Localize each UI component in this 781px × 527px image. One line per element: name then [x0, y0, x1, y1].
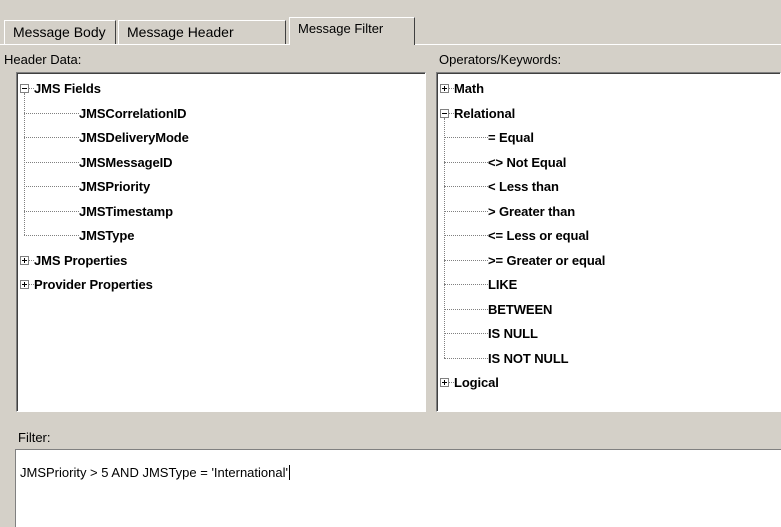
- operators-tree[interactable]: Math Relational = Equal <> Not Equal < Less …: [436, 72, 781, 412]
- tree-leaf-is-null[interactable]: IS NULL: [488, 326, 538, 341]
- tree-node-math[interactable]: Math: [454, 81, 484, 96]
- text-caret: [288, 465, 290, 480]
- tree-leaf-greater-than[interactable]: > Greater than: [488, 204, 575, 219]
- filter-input[interactable]: JMSPriority > 5 AND JMSType = 'Internati…: [15, 449, 781, 527]
- tree-connector: [444, 308, 488, 311]
- tree-connector: [444, 259, 488, 262]
- tree-leaf-is-not-null[interactable]: IS NOT NULL: [488, 351, 569, 366]
- tab-message-header[interactable]: Message Header: [118, 20, 286, 44]
- tree-leaf-equal[interactable]: = Equal: [488, 130, 534, 145]
- filter-caption: Filter:: [18, 430, 51, 445]
- tree-connector: [24, 186, 79, 188]
- filter-text: JMSPriority > 5 AND JMSType = 'Internati…: [20, 465, 290, 480]
- tree-connector: [444, 161, 488, 164]
- tree-leaf-jmsmessageid[interactable]: JMSMessageID: [79, 155, 173, 170]
- tree-connector: [444, 186, 488, 188]
- tree-connector: [24, 112, 79, 115]
- tree-leaf-jmstimestamp[interactable]: JMSTimestamp: [79, 204, 173, 219]
- tree-leaf-less-or-equal[interactable]: <= Less or equal: [488, 228, 589, 243]
- tree-node-relational[interactable]: Relational: [454, 106, 515, 121]
- tree-connector: [444, 333, 488, 335]
- tree-node-provider-properties[interactable]: Provider Properties: [34, 277, 153, 292]
- tree-node-jms-fields[interactable]: JMS Fields: [34, 81, 101, 96]
- tree-leaf-greater-or-equal[interactable]: >= Greater or equal: [488, 253, 605, 268]
- tree-connector: [24, 161, 79, 164]
- tree-connector: [24, 235, 79, 237]
- tab-message-filter[interactable]: Message Filter: [289, 17, 415, 45]
- tree-leaf-not-equal[interactable]: <> Not Equal: [488, 155, 566, 170]
- tab-bar: Message Body Message Header Message Filt…: [0, 0, 781, 45]
- splitter[interactable]: [428, 45, 434, 413]
- expand-math-icon[interactable]: [440, 84, 449, 93]
- tree-connector: [444, 357, 488, 360]
- tree-leaf-between[interactable]: BETWEEN: [488, 302, 552, 317]
- tree-leaf-less-than[interactable]: < Less than: [488, 179, 559, 194]
- header-data-caption: Header Data:: [4, 52, 82, 67]
- tree-connector: [24, 210, 79, 213]
- tree-leaf-jmstype[interactable]: JMSType: [79, 228, 135, 243]
- tree-node-logical[interactable]: Logical: [454, 375, 499, 390]
- tree-connector: [444, 137, 488, 139]
- tree-leaf-jmspriority[interactable]: JMSPriority: [79, 179, 150, 194]
- tree-connector: [24, 137, 79, 139]
- tab-message-body[interactable]: Message Body: [4, 20, 116, 44]
- tree-connector: [444, 284, 488, 286]
- tree-leaf-like[interactable]: LIKE: [488, 277, 517, 292]
- tree-leaf-jmscorrelationid[interactable]: JMSCorrelationID: [79, 106, 187, 121]
- tree-node-jms-properties[interactable]: JMS Properties: [34, 253, 127, 268]
- header-data-tree[interactable]: JMS Fields JMSCorrelationID JMSDeliveryMod…: [16, 72, 426, 412]
- tree-connector: [444, 210, 488, 213]
- collapse-jms-fields-icon[interactable]: [20, 84, 29, 93]
- tree-connector: [444, 235, 488, 237]
- operators-caption: Operators/Keywords:: [439, 52, 562, 67]
- tree-leaf-jmsdeliverymode[interactable]: JMSDeliveryMode: [79, 130, 189, 145]
